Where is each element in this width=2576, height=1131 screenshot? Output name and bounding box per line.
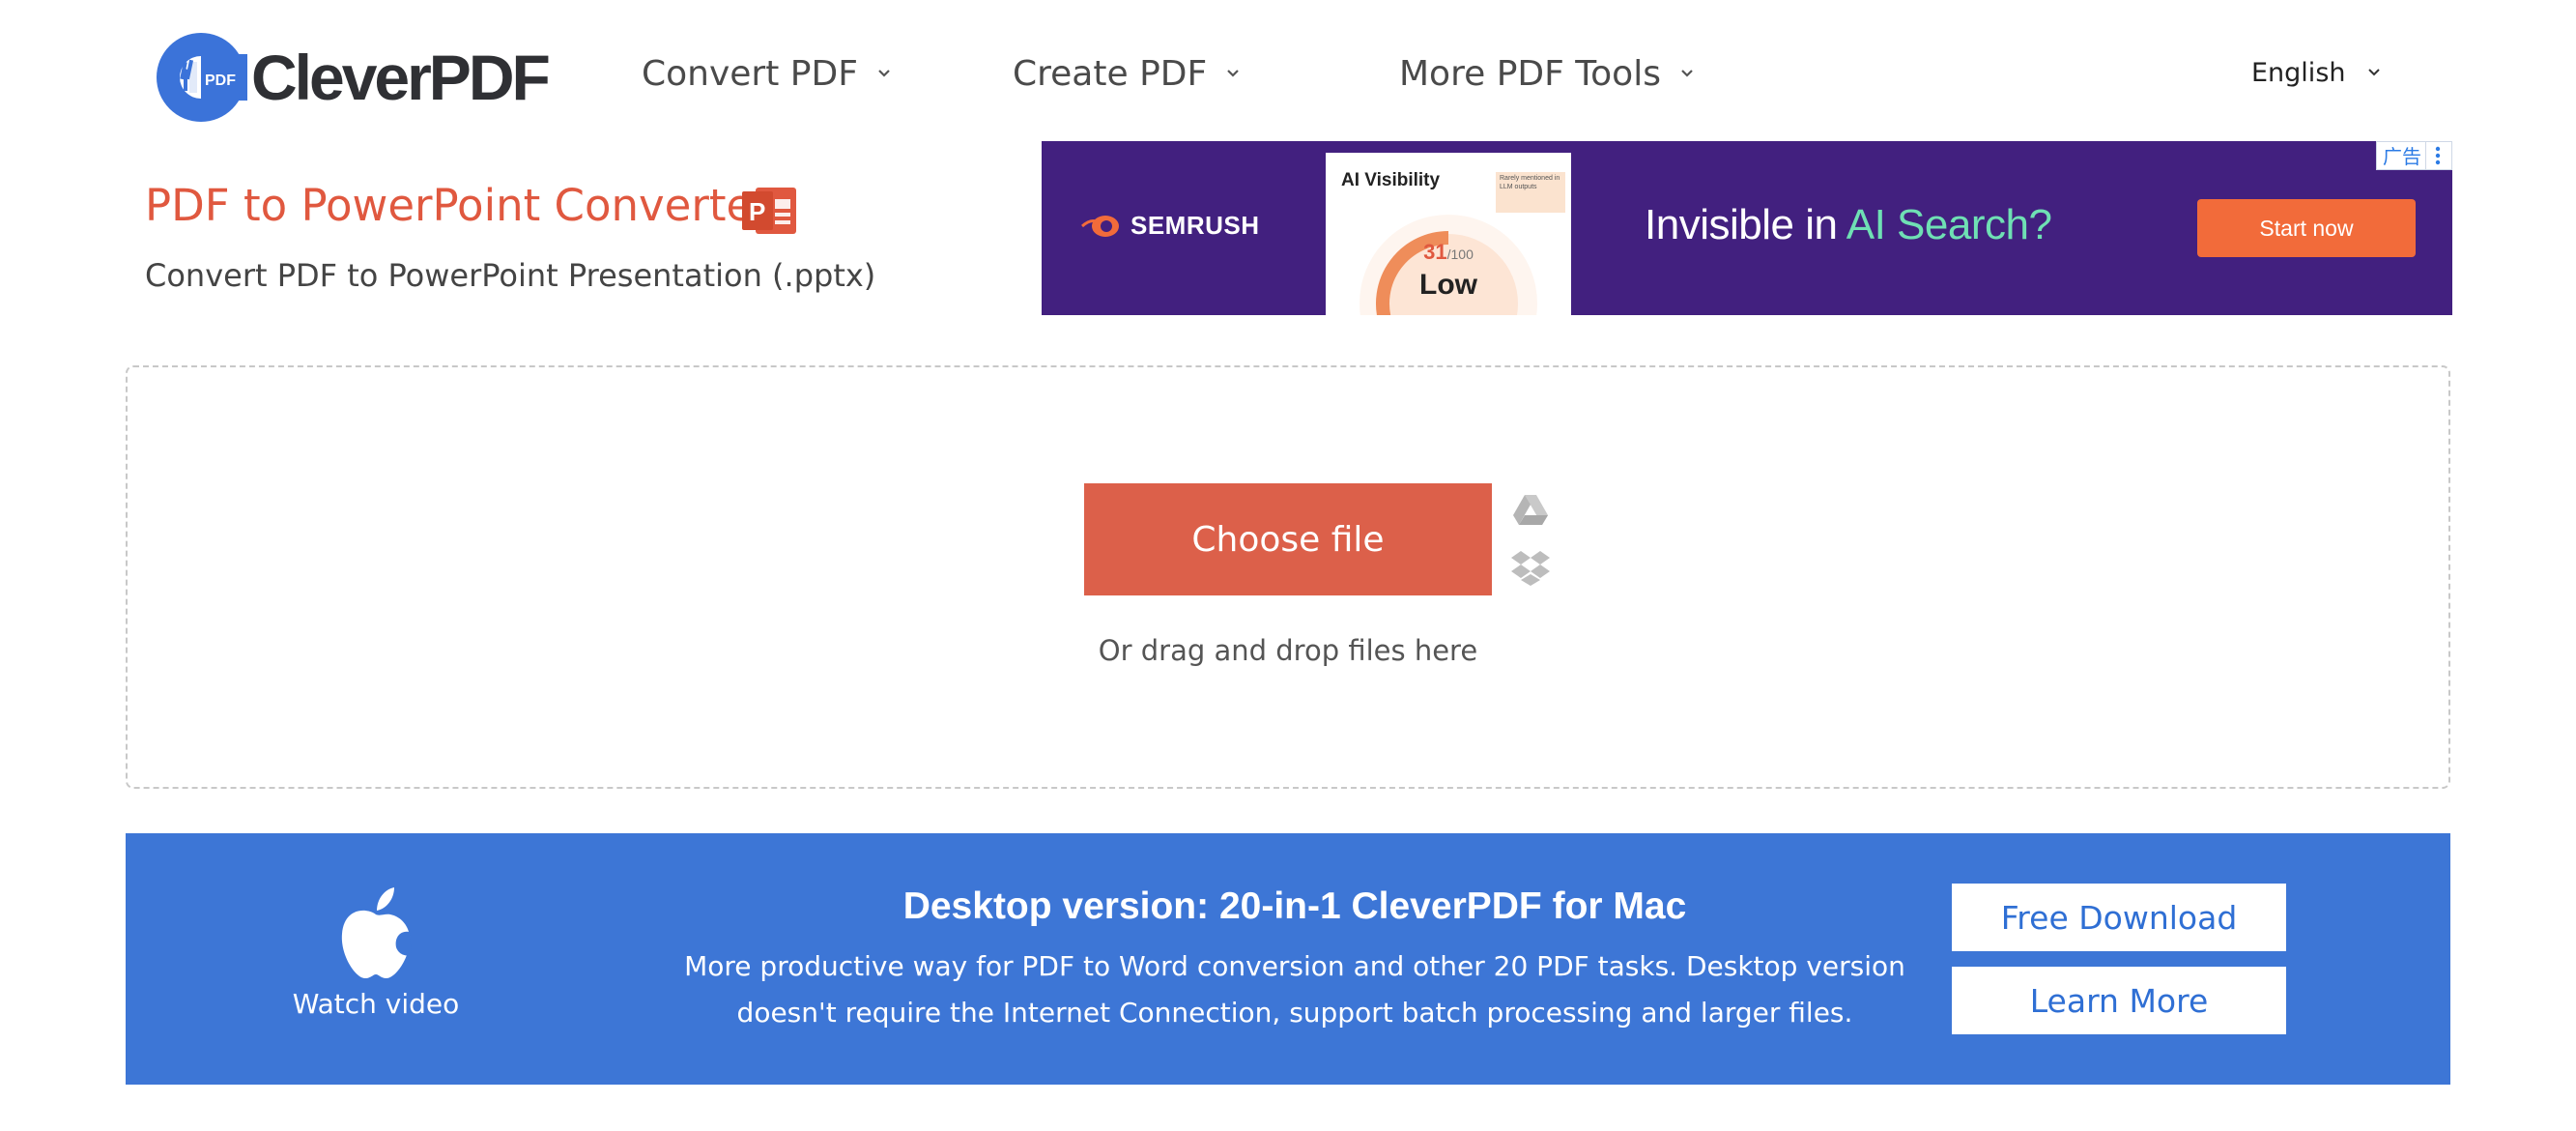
desktop-banner-title: Desktop version: 20-in-1 CleverPDF for M… [902, 885, 1687, 927]
nav-create-pdf-label: Create PDF [1013, 53, 1208, 94]
ad-label: 广告 [2376, 141, 2426, 170]
learn-more-button[interactable]: Learn More [1952, 967, 2286, 1034]
page-subtitle: Convert PDF to PowerPoint Presentation (… [145, 257, 876, 294]
chevron-down-icon [2367, 69, 2380, 76]
advertisement-banner[interactable]: SEMRUSH AI Visibility Rarely mentioned i… [1042, 141, 2452, 315]
ad-choices-badge[interactable]: 广告 [2376, 141, 2452, 170]
language-selector[interactable]: English [2251, 50, 2381, 95]
nav-more-pdf-tools-label: More PDF Tools [1399, 53, 1661, 94]
semrush-flame-icon [1081, 215, 1119, 237]
ad-score: 31/100 [1326, 240, 1571, 265]
ad-more-options-icon[interactable] [2426, 141, 2452, 170]
cleverpdf-logo-icon: PDF [157, 33, 247, 122]
logo-text: CleverPDF [251, 42, 551, 113]
watch-video-link[interactable]: Watch video [251, 988, 501, 1020]
chevron-down-icon [878, 70, 890, 77]
drag-drop-hint: Or drag and drop files here [1098, 634, 1478, 667]
ad-start-now-button[interactable]: Start now [2197, 199, 2416, 257]
logo-badge-text: PDF [205, 72, 236, 89]
choose-file-button[interactable]: Choose file [1084, 483, 1492, 595]
chevron-down-icon [1681, 70, 1693, 77]
desktop-version-banner: Watch video Desktop version: 20-in-1 Cle… [126, 833, 2450, 1085]
ad-score-value: 31 [1423, 240, 1447, 264]
cleverpdf-logo[interactable]: PDF CleverPDF [155, 29, 560, 126]
ad-headline: Invisible in AI Search? [1645, 201, 2052, 249]
page-title: PDF to PowerPoint Converter [145, 180, 771, 231]
ad-card-title: AI Visibility [1341, 170, 1441, 190]
svg-text:P: P [749, 197, 765, 226]
free-download-button[interactable]: Free Download [1952, 884, 2286, 951]
chevron-down-icon [1227, 70, 1239, 77]
ad-brand-name: SEMRUSH [1131, 211, 1260, 240]
nav-create-pdf[interactable]: Create PDF [1013, 46, 1240, 101]
nav-convert-pdf-label: Convert PDF [642, 53, 858, 94]
ad-score-max: /100 [1446, 246, 1474, 262]
google-drive-icon[interactable] [1511, 491, 1550, 530]
nav-convert-pdf[interactable]: Convert PDF [642, 46, 891, 101]
ad-headline-highlight: AI Search? [1846, 201, 2052, 248]
ad-visibility-card: AI Visibility Rarely mentioned in LLM ou… [1326, 153, 1571, 315]
powerpoint-icon: P [742, 188, 796, 234]
language-label: English [2251, 57, 2346, 88]
apple-icon[interactable] [336, 885, 415, 982]
ad-score-level: Low [1419, 269, 1477, 301]
nav-more-pdf-tools[interactable]: More PDF Tools [1399, 46, 1694, 101]
ad-headline-prefix: Invisible in [1645, 201, 1846, 248]
dropbox-icon[interactable] [1511, 547, 1550, 586]
ad-brand-logo: SEMRUSH [1080, 211, 1260, 241]
desktop-banner-description: More productive way for PDF to Word conv… [684, 950, 1905, 1029]
